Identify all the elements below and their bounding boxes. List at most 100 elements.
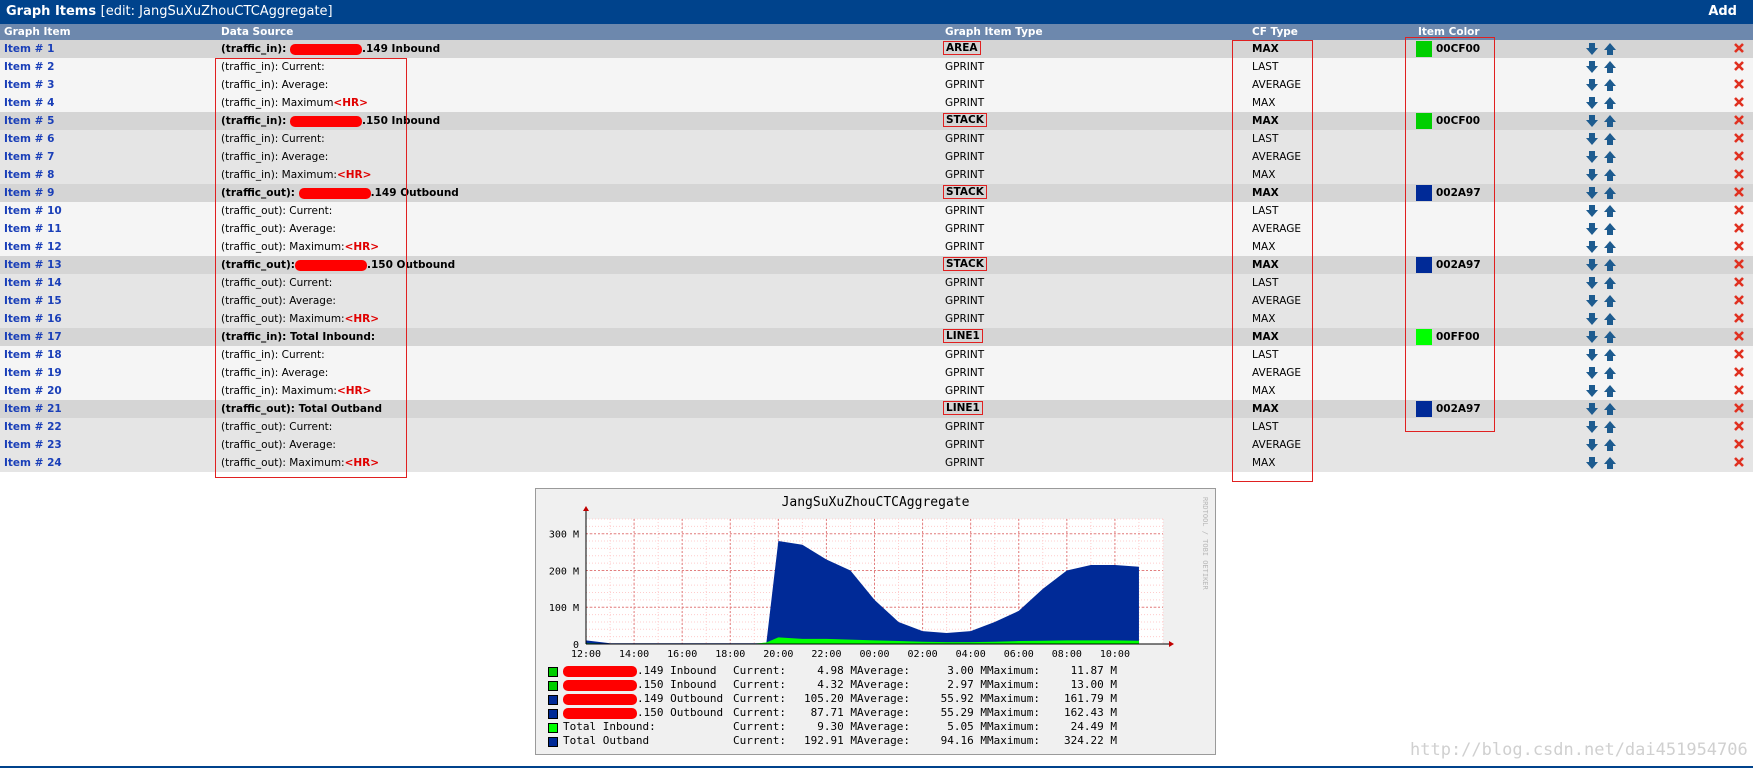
- item-link[interactable]: Item # 20: [4, 385, 62, 397]
- arrow-up-icon[interactable]: [1604, 259, 1616, 271]
- item-link[interactable]: Item # 22: [4, 421, 62, 433]
- move-controls: [1586, 295, 1618, 307]
- arrow-up-icon[interactable]: [1604, 115, 1616, 127]
- item-link[interactable]: Item # 2: [4, 61, 54, 73]
- arrow-down-icon[interactable]: [1586, 151, 1598, 163]
- item-link[interactable]: Item # 14: [4, 277, 62, 289]
- arrow-up-icon[interactable]: [1604, 205, 1616, 217]
- arrow-up-icon[interactable]: [1604, 349, 1616, 361]
- arrow-down-icon[interactable]: [1586, 349, 1598, 361]
- item-link[interactable]: Item # 23: [4, 439, 62, 451]
- arrow-down-icon[interactable]: [1586, 79, 1598, 91]
- item-link[interactable]: Item # 19: [4, 367, 62, 379]
- item-link[interactable]: Item # 18: [4, 349, 62, 361]
- delete-x-icon[interactable]: [1733, 222, 1745, 234]
- arrow-down-icon[interactable]: [1586, 277, 1598, 289]
- delete-x-icon[interactable]: [1733, 150, 1745, 162]
- item-link[interactable]: Item # 4: [4, 97, 54, 109]
- item-link[interactable]: Item # 17: [4, 331, 62, 343]
- delete-x-icon[interactable]: [1733, 348, 1745, 360]
- delete-x-icon[interactable]: [1733, 114, 1745, 126]
- arrow-up-icon[interactable]: [1604, 277, 1616, 289]
- delete-x-icon[interactable]: [1733, 384, 1745, 396]
- item-link[interactable]: Item # 3: [4, 79, 54, 91]
- item-link[interactable]: Item # 6: [4, 133, 54, 145]
- arrow-down-icon[interactable]: [1586, 457, 1598, 469]
- delete-x-icon[interactable]: [1733, 42, 1745, 54]
- item-link[interactable]: Item # 7: [4, 151, 54, 163]
- arrow-up-icon[interactable]: [1604, 439, 1616, 451]
- arrow-up-icon[interactable]: [1604, 295, 1616, 307]
- arrow-up-icon[interactable]: [1604, 241, 1616, 253]
- arrow-up-icon[interactable]: [1604, 151, 1616, 163]
- delete-x-icon[interactable]: [1733, 438, 1745, 450]
- add-button[interactable]: Add: [1708, 4, 1737, 19]
- delete-x-icon[interactable]: [1733, 420, 1745, 432]
- delete-x-icon[interactable]: [1733, 366, 1745, 378]
- arrow-down-icon[interactable]: [1586, 439, 1598, 451]
- arrow-up-icon[interactable]: [1604, 457, 1616, 469]
- arrow-up-icon[interactable]: [1604, 133, 1616, 145]
- arrow-down-icon[interactable]: [1586, 313, 1598, 325]
- arrow-up-icon[interactable]: [1604, 97, 1616, 109]
- arrow-up-icon[interactable]: [1604, 169, 1616, 181]
- delete-x-icon[interactable]: [1733, 60, 1745, 72]
- arrow-up-icon[interactable]: [1604, 187, 1616, 199]
- delete-x-icon[interactable]: [1733, 96, 1745, 108]
- delete-x-icon[interactable]: [1733, 168, 1745, 180]
- arrow-down-icon[interactable]: [1586, 295, 1598, 307]
- delete-x-icon[interactable]: [1733, 330, 1745, 342]
- item-link[interactable]: Item # 15: [4, 295, 62, 307]
- arrow-up-icon[interactable]: [1604, 367, 1616, 379]
- arrow-down-icon[interactable]: [1586, 385, 1598, 397]
- item-link[interactable]: Item # 16: [4, 313, 62, 325]
- arrow-up-icon[interactable]: [1604, 61, 1616, 73]
- arrow-up-icon[interactable]: [1604, 421, 1616, 433]
- delete-x-icon[interactable]: [1733, 204, 1745, 216]
- delete-x-icon[interactable]: [1733, 276, 1745, 288]
- arrow-down-icon[interactable]: [1586, 367, 1598, 379]
- arrow-up-icon[interactable]: [1604, 43, 1616, 55]
- delete-x-icon[interactable]: [1733, 186, 1745, 198]
- arrow-down-icon[interactable]: [1586, 169, 1598, 181]
- arrow-down-icon[interactable]: [1586, 223, 1598, 235]
- delete-x-icon[interactable]: [1733, 312, 1745, 324]
- delete-x-icon[interactable]: [1733, 240, 1745, 252]
- arrow-down-icon[interactable]: [1586, 421, 1598, 433]
- item-link[interactable]: Item # 24: [4, 457, 62, 469]
- arrow-down-icon[interactable]: [1586, 43, 1598, 55]
- current-value: 105.20 M: [804, 692, 857, 705]
- arrow-down-icon[interactable]: [1586, 259, 1598, 271]
- graph-item-type: GPRINT: [945, 313, 985, 325]
- arrow-down-icon[interactable]: [1586, 331, 1598, 343]
- item-link[interactable]: Item # 13: [4, 259, 62, 271]
- arrow-up-icon[interactable]: [1604, 331, 1616, 343]
- item-link[interactable]: Item # 12: [4, 241, 62, 253]
- arrow-down-icon[interactable]: [1586, 115, 1598, 127]
- arrow-down-icon[interactable]: [1586, 403, 1598, 415]
- delete-x-icon[interactable]: [1733, 78, 1745, 90]
- arrow-down-icon[interactable]: [1586, 133, 1598, 145]
- arrow-down-icon[interactable]: [1586, 187, 1598, 199]
- item-link[interactable]: Item # 1: [4, 43, 54, 55]
- arrow-down-icon[interactable]: [1586, 241, 1598, 253]
- arrow-up-icon[interactable]: [1604, 79, 1616, 91]
- item-link[interactable]: Item # 11: [4, 223, 62, 235]
- arrow-up-icon[interactable]: [1604, 403, 1616, 415]
- item-link[interactable]: Item # 21: [4, 403, 62, 415]
- delete-x-icon[interactable]: [1733, 258, 1745, 270]
- arrow-up-icon[interactable]: [1604, 313, 1616, 325]
- item-link[interactable]: Item # 9: [4, 187, 54, 199]
- arrow-down-icon[interactable]: [1586, 205, 1598, 217]
- item-link[interactable]: Item # 8: [4, 169, 54, 181]
- delete-x-icon[interactable]: [1733, 402, 1745, 414]
- item-link[interactable]: Item # 5: [4, 115, 54, 127]
- delete-x-icon[interactable]: [1733, 132, 1745, 144]
- arrow-down-icon[interactable]: [1586, 97, 1598, 109]
- delete-x-icon[interactable]: [1733, 294, 1745, 306]
- delete-x-icon[interactable]: [1733, 456, 1745, 468]
- arrow-up-icon[interactable]: [1604, 385, 1616, 397]
- arrow-down-icon[interactable]: [1586, 61, 1598, 73]
- item-link[interactable]: Item # 10: [4, 205, 62, 217]
- arrow-up-icon[interactable]: [1604, 223, 1616, 235]
